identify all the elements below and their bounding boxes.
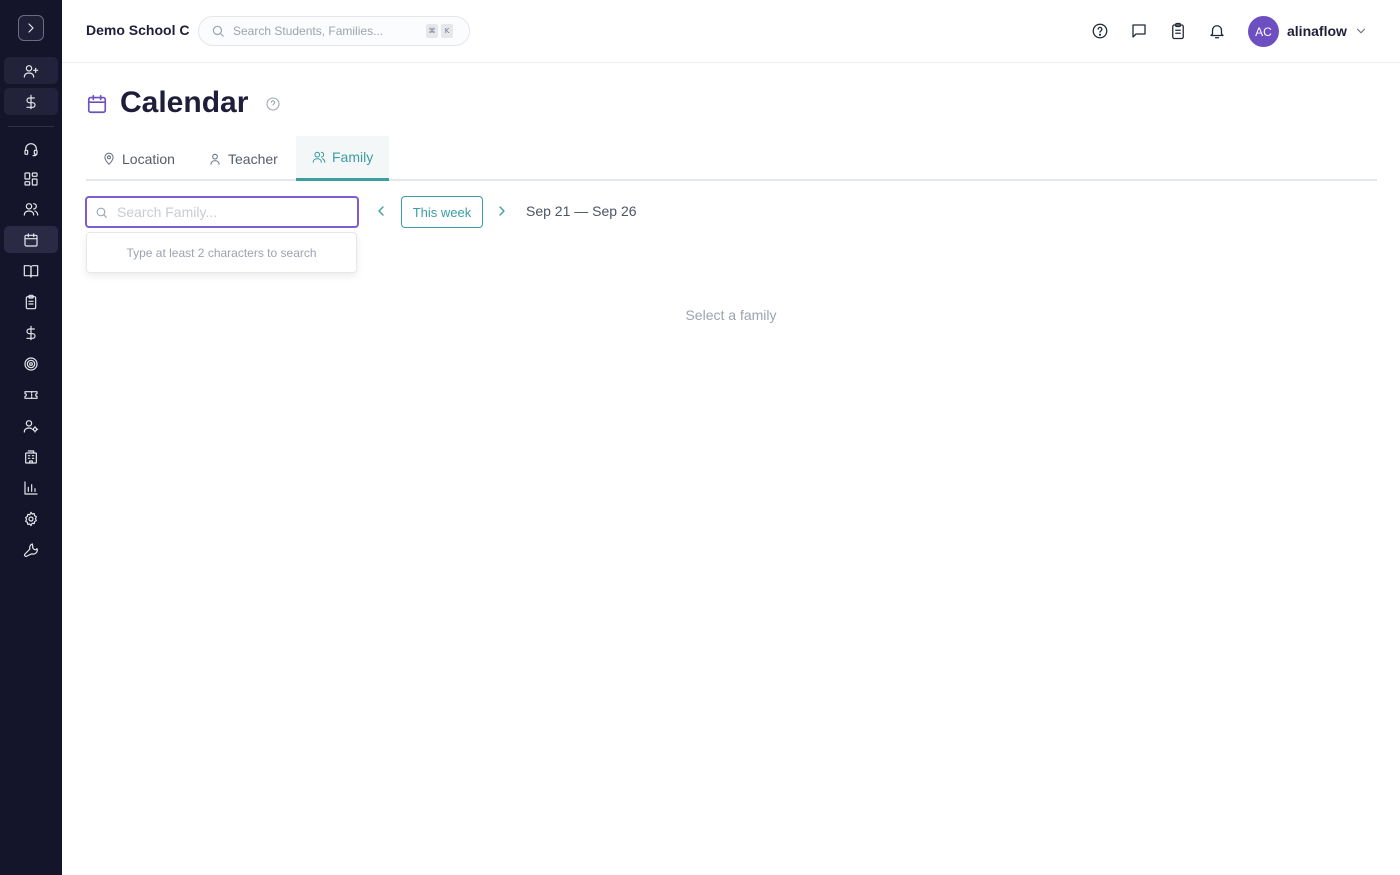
sidebar-item-courses[interactable] (4, 257, 58, 284)
search-icon (211, 24, 225, 38)
users-icon (312, 151, 326, 163)
help-circle-icon (1092, 23, 1108, 39)
sidebar-item-payments[interactable] (4, 319, 58, 346)
dashboard-icon (24, 171, 38, 186)
notifications-button[interactable] (1207, 21, 1227, 41)
gear-icon (25, 511, 37, 526)
sidebar-item-settings[interactable] (4, 505, 58, 532)
page-title: Calendar (120, 86, 249, 119)
tab-family[interactable]: Family (296, 136, 390, 181)
school-name: Demo School C (86, 22, 190, 38)
user-menu-chevron[interactable] (1354, 24, 1368, 38)
bell-icon (1210, 25, 1224, 39)
sidebar-item-staff[interactable] (4, 412, 58, 439)
ticket-icon (24, 390, 38, 399)
user-plus-icon (23, 64, 39, 78)
search-icon (95, 206, 108, 219)
messages-button[interactable] (1129, 21, 1149, 41)
empty-state-message: Select a family (685, 307, 777, 323)
chevron-left-icon (378, 206, 384, 216)
chevron-right-icon (28, 23, 34, 33)
previous-week-button[interactable] (373, 203, 389, 219)
search-hint-dropdown: Type at least 2 characters to search (86, 232, 357, 273)
wrench-icon (24, 542, 38, 557)
this-week-button[interactable]: This week (401, 196, 483, 228)
sidebar-item-support[interactable] (4, 135, 58, 162)
message-icon (1132, 24, 1146, 38)
sidebar-item-goals[interactable] (4, 350, 58, 377)
chevron-down-icon (1356, 28, 1366, 34)
clipboard-icon (1172, 22, 1184, 40)
sidebar-item-families[interactable] (4, 195, 58, 222)
sidebar-item-locations[interactable] (4, 443, 58, 470)
shortcut-key-k: K (441, 24, 453, 38)
calendar-tabs: Location Teacher Family (86, 136, 1377, 181)
top-header: Demo School C ⌘ K AC alinaflow (62, 0, 1400, 63)
sidebar-toggle-button[interactable] (18, 15, 44, 41)
date-range: Sep 21 — Sep 26 (526, 203, 637, 219)
chevron-right-icon (499, 206, 505, 216)
user-name[interactable]: alinaflow (1287, 23, 1347, 39)
global-search-input[interactable] (233, 24, 423, 38)
calendar-icon (24, 232, 38, 247)
next-week-button[interactable] (494, 203, 510, 219)
calendar-icon (86, 93, 108, 115)
sidebar-divider (8, 126, 54, 127)
sidebar-item-billing[interactable] (4, 88, 58, 115)
shortcut-key-cmd: ⌘ (426, 24, 438, 38)
user-cog-icon (23, 419, 39, 433)
book-icon (23, 264, 39, 278)
map-pin-icon (104, 152, 114, 165)
dollar-icon (26, 325, 36, 340)
tab-teacher[interactable]: Teacher (192, 136, 294, 181)
building-icon (25, 449, 37, 464)
sidebar-item-reports[interactable] (4, 474, 58, 501)
sidebar-item-dashboard[interactable] (4, 165, 58, 192)
avatar[interactable]: AC (1248, 16, 1279, 47)
tab-location-label: Location (122, 150, 175, 167)
dollar-icon (26, 94, 36, 109)
bar-chart-icon (24, 480, 38, 495)
user-icon (210, 153, 220, 165)
global-search[interactable]: ⌘ K (198, 16, 470, 46)
tab-location[interactable]: Location (86, 136, 191, 181)
family-search-input[interactable] (117, 204, 347, 220)
page-help-icon[interactable] (265, 96, 281, 112)
sidebar-item-tools[interactable] (4, 536, 58, 563)
sidebar-item-tickets[interactable] (4, 381, 58, 408)
headset-icon (24, 142, 38, 156)
tasks-button[interactable] (1168, 21, 1188, 41)
sidebar-item-calendar[interactable] (4, 226, 58, 253)
sidebar (0, 0, 62, 875)
target-icon (24, 356, 38, 371)
search-hint-text: Type at least 2 characters to search (126, 245, 317, 260)
sidebar-item-add-user[interactable] (4, 57, 58, 84)
tab-teacher-label: Teacher (228, 150, 278, 167)
tab-family-label: Family (332, 149, 374, 165)
help-button[interactable] (1090, 21, 1110, 41)
family-search[interactable] (85, 196, 359, 228)
users-icon (23, 202, 39, 216)
